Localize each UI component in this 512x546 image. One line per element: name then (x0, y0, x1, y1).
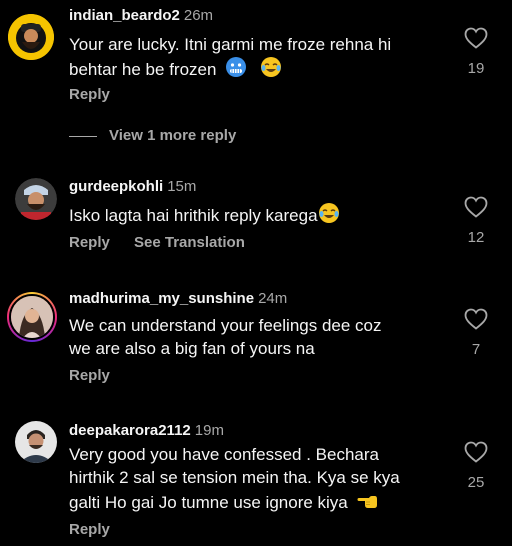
comment-text-line: Very good you have confessed . Bechara (69, 445, 379, 464)
comment-text: Your are lucky. Itni garmi me froze rehn… (69, 33, 439, 84)
comment-time: 15m (167, 178, 197, 195)
tears-of-joy-emoji (318, 202, 340, 230)
reply-button[interactable]: Reply (69, 521, 110, 538)
comment-time: 24m (258, 290, 288, 307)
see-translation-button[interactable]: See Translation (134, 234, 245, 251)
like-control: 25 (462, 441, 490, 491)
comment-time: 26m (183, 7, 214, 24)
comment-username[interactable]: gurdeepkohli 15m (69, 178, 196, 195)
comment-username[interactable]: madhurima_my_sunshine 24m (69, 290, 287, 307)
divider-line (69, 135, 97, 137)
like-control: 19 (462, 27, 490, 77)
like-count: 7 (471, 341, 481, 358)
like-control: 7 (462, 308, 490, 358)
heart-icon[interactable] (464, 196, 488, 218)
avatar-image (15, 178, 57, 220)
comment-text: Very good you have confessed . Bechara h… (69, 443, 439, 517)
comment-text-line: galti Ho gai Jo tumne use ignore kiya (69, 493, 348, 512)
like-count: 19 (467, 60, 485, 77)
avatar[interactable] (15, 178, 57, 220)
view-replies-label: View 1 more reply (109, 127, 237, 144)
reply-button[interactable]: Reply (69, 86, 110, 103)
comment-text: We can understand your feelings dee coz … (69, 314, 439, 360)
avatar-image (8, 14, 54, 60)
like-count: 12 (467, 229, 485, 246)
reply-button[interactable]: Reply (69, 234, 110, 251)
avatar[interactable] (8, 14, 54, 60)
heart-icon[interactable] (464, 27, 488, 49)
pointing-hand-emoji (357, 489, 379, 517)
comment-text-line: Isko lagta hai hrithik reply karega (69, 206, 318, 225)
avatar (9, 294, 55, 340)
avatar[interactable] (15, 421, 57, 463)
comment-text-line: we are also a big fan of yours na (69, 339, 315, 358)
heart-icon[interactable] (464, 441, 488, 463)
avatar-image (11, 296, 53, 338)
reply-button[interactable]: Reply (69, 367, 110, 384)
comment-text-line: Your are lucky. Itni garmi me froze rehn… (69, 35, 392, 54)
comment-text-line: hirthik 2 sal se tension mein tha. Kya s… (69, 468, 400, 487)
comment-text: Isko lagta hai hrithik reply karega (69, 202, 439, 230)
view-replies-row[interactable]: View 1 more reply (69, 127, 236, 144)
heart-icon[interactable] (464, 308, 488, 330)
like-count: 25 (467, 474, 485, 491)
comment-time: 19m (194, 422, 224, 439)
comment-text-line: behtar he be frozen (69, 60, 217, 79)
avatar-story-ring[interactable] (7, 292, 57, 342)
comment-text-line: We can understand your feelings dee coz (69, 316, 382, 335)
tears-of-joy-emoji (260, 56, 282, 84)
avatar-image (15, 421, 57, 463)
freezing-face-emoji (225, 56, 247, 84)
like-control: 12 (462, 196, 490, 246)
comment-username[interactable]: indian_beardo2 26m (69, 7, 213, 24)
comment-username[interactable]: deepakarora2112 19m (69, 422, 224, 439)
